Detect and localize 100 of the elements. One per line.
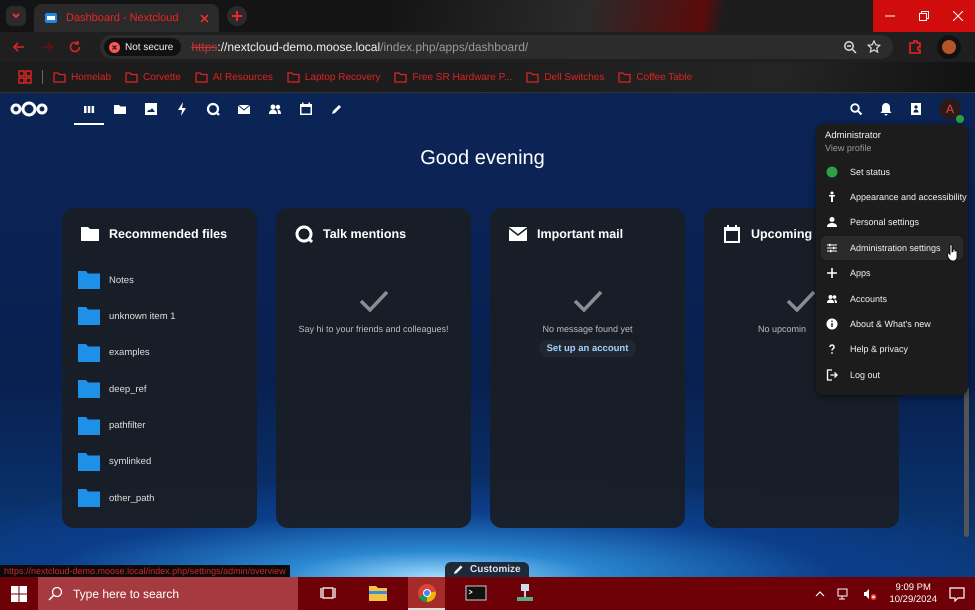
menu-item[interactable]: Administration settings bbox=[821, 236, 963, 260]
envelope-icon bbox=[508, 224, 528, 244]
chevron-up-icon[interactable] bbox=[815, 588, 826, 598]
chat-bubble-icon bbox=[206, 102, 220, 116]
scrollbar[interactable] bbox=[964, 387, 969, 537]
chat-bubble-icon bbox=[294, 224, 314, 244]
extensions-icon[interactable] bbox=[907, 39, 923, 55]
plus-icon bbox=[826, 267, 838, 280]
folder-icon bbox=[78, 452, 100, 471]
menu-item[interactable]: Log out bbox=[821, 362, 963, 387]
greeting-heading: Good evening bbox=[420, 147, 546, 170]
security-label: Not secure bbox=[125, 42, 174, 52]
status-dot-icon bbox=[826, 166, 838, 178]
bookmark-star-icon[interactable] bbox=[867, 40, 881, 54]
folder-icon bbox=[78, 271, 100, 289]
reload-icon[interactable] bbox=[68, 40, 82, 54]
menu-item[interactable]: Apps bbox=[821, 261, 963, 285]
folder-icon bbox=[618, 72, 632, 82]
checkmark-icon bbox=[786, 290, 816, 312]
close-icon bbox=[953, 11, 963, 21]
envelope-icon bbox=[237, 102, 251, 116]
menu-item[interactable]: Help & privacy bbox=[821, 338, 963, 362]
windows-logo-icon bbox=[11, 586, 27, 602]
folder-icon bbox=[78, 307, 100, 326]
folder-icon bbox=[125, 72, 138, 82]
setup-account-button[interactable]: Set up an account bbox=[538, 340, 636, 357]
checkmark-icon bbox=[572, 290, 602, 312]
hand-cursor-icon bbox=[947, 244, 959, 262]
sliders-icon bbox=[826, 242, 838, 254]
clock[interactable]: 9:09 PM 10/29/2024 bbox=[889, 582, 937, 606]
link-status-url: https://nextcloud-demo.moose.local/index.php/settings/admin/overview bbox=[0, 565, 290, 577]
app-favicon-icon bbox=[44, 11, 58, 25]
widget-title: Important mail bbox=[537, 227, 624, 241]
nextcloud-logo[interactable] bbox=[10, 100, 48, 118]
folder-icon bbox=[286, 72, 300, 82]
people-icon bbox=[268, 102, 282, 116]
online-status-icon bbox=[956, 115, 964, 123]
zoom-icon[interactable] bbox=[843, 40, 857, 54]
bookmark-folder[interactable]: Free SR Hardware P... bbox=[394, 72, 512, 82]
file-item[interactable]: Notes bbox=[78, 271, 241, 289]
folder-icon bbox=[194, 72, 208, 82]
user-avatar[interactable]: A bbox=[939, 98, 961, 120]
empty-message: No upcomin bbox=[758, 324, 806, 334]
folder-icon bbox=[394, 72, 408, 82]
caret-icon bbox=[11, 11, 21, 21]
file-item[interactable]: deep_ref bbox=[78, 380, 241, 398]
folder-icon bbox=[78, 489, 100, 508]
new-tab-icon[interactable] bbox=[227, 6, 247, 26]
folder-icon bbox=[526, 72, 540, 82]
folder-icon bbox=[78, 380, 100, 398]
warning-icon bbox=[109, 42, 120, 52]
bookmark-folder[interactable]: AI Resources bbox=[194, 72, 273, 82]
apps-grid-icon[interactable] bbox=[18, 70, 32, 84]
pencil-icon bbox=[453, 564, 464, 575]
customize-button[interactable]: Customize bbox=[445, 562, 529, 577]
contacts-book-icon[interactable] bbox=[909, 102, 923, 116]
user-name[interactable]: Administrator bbox=[821, 130, 963, 141]
folder-icon bbox=[53, 72, 66, 82]
widget-title: Recommended files bbox=[109, 227, 228, 241]
calendar-icon bbox=[299, 102, 313, 116]
notification-icon[interactable] bbox=[949, 586, 965, 602]
address-bar[interactable]: Not secure https://nextcloud-demo.moose.local/index.php/apps/dashboard/ bbox=[100, 35, 893, 59]
bookmark-folder[interactable]: Homelab bbox=[53, 72, 112, 82]
people-icon bbox=[826, 292, 838, 305]
file-item[interactable]: examples bbox=[78, 344, 241, 362]
speaker-muted-icon[interactable] bbox=[863, 586, 878, 600]
checkmark-icon bbox=[358, 290, 388, 312]
info-icon bbox=[826, 318, 838, 330]
accessibility-icon bbox=[826, 190, 838, 203]
file-item[interactable]: other_path bbox=[78, 489, 241, 508]
profile-avatar-icon[interactable] bbox=[937, 35, 961, 59]
view-profile-link[interactable]: View profile bbox=[821, 141, 963, 158]
search-icon bbox=[48, 586, 63, 601]
back-icon[interactable] bbox=[12, 40, 26, 54]
menu-item[interactable]: Personal settings bbox=[821, 210, 963, 234]
widget-title: Talk mentions bbox=[323, 227, 406, 241]
menu-item[interactable]: Accounts bbox=[821, 286, 963, 310]
file-item[interactable]: symlinked bbox=[78, 452, 241, 471]
empty-message: No message found yet bbox=[542, 324, 633, 334]
menu-item[interactable]: About & What's new bbox=[821, 312, 963, 336]
search-icon[interactable] bbox=[849, 102, 863, 116]
browser-logo-icon bbox=[416, 582, 438, 602]
terminal-icon bbox=[464, 582, 486, 602]
taskbar-app[interactable] bbox=[408, 577, 445, 610]
close-icon[interactable] bbox=[200, 14, 209, 22]
file-item[interactable]: pathfilter bbox=[78, 416, 241, 435]
taskbar-search-field[interactable]: Type here to search bbox=[38, 577, 298, 610]
folder-icon bbox=[113, 102, 127, 116]
bell-icon[interactable] bbox=[879, 102, 893, 116]
file-item[interactable]: unknown item 1 bbox=[78, 307, 241, 326]
bookmark-folder[interactable]: Corvette bbox=[125, 72, 181, 82]
lightning-icon bbox=[175, 102, 189, 116]
logout-icon bbox=[826, 368, 838, 381]
tab-search-button[interactable] bbox=[6, 6, 26, 26]
folder-icon bbox=[78, 344, 100, 362]
menu-item[interactable]: Set status bbox=[821, 160, 963, 184]
url-text: https://nextcloud-demo.moose.local/index.php/apps/dashboard/ bbox=[191, 40, 528, 54]
bookmark-folder[interactable]: Laptop Recovery bbox=[286, 72, 380, 82]
close-button[interactable] bbox=[941, 0, 975, 32]
security-chip[interactable]: Not secure bbox=[104, 38, 182, 56]
